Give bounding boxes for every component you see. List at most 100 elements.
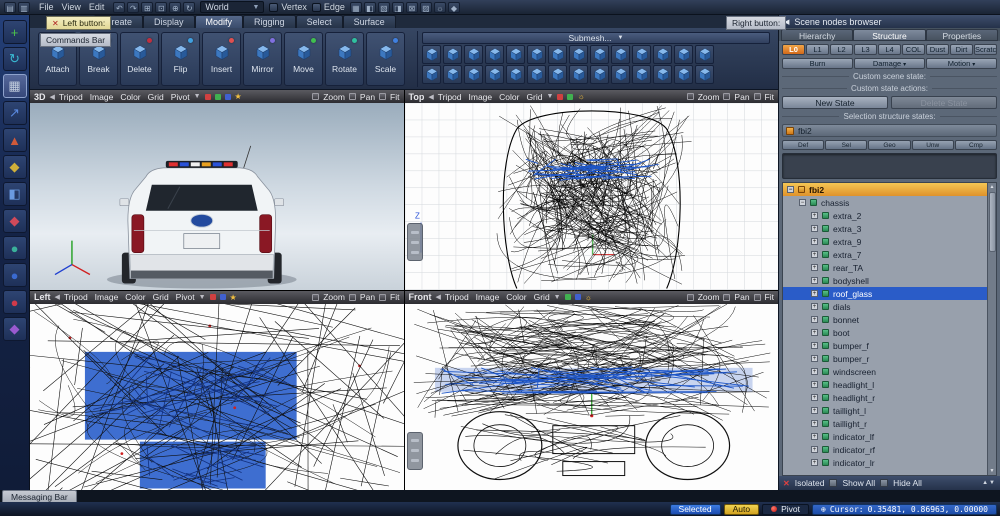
structure-state-button[interactable]: Unw [912,140,954,150]
expand-icon[interactable]: + [811,446,818,453]
tree-item-row[interactable]: + windscreen [783,365,987,378]
fit-icon[interactable] [379,93,386,100]
submesh-icon[interactable] [653,65,672,84]
world-space-dropdown[interactable]: World ▼ [200,1,264,13]
expand-icon[interactable]: + [811,394,818,401]
structure-state-button[interactable]: Geo [868,140,910,150]
lod-button[interactable]: L4 [878,44,901,55]
submesh-icon[interactable] [590,45,609,64]
fit-control[interactable]: Fit [390,92,399,102]
zoom-icon[interactable] [687,93,694,100]
star-icon[interactable]: ★ [235,92,242,101]
state-button[interactable]: Burn [782,58,853,69]
edge-mode-toggle[interactable]: Edge [312,2,345,12]
viewport-3d-canvas[interactable] [30,103,404,290]
viewport-name[interactable]: Front [409,292,432,302]
scene-browser-tab[interactable]: Hierarchy [781,29,853,41]
viewport-menu-item[interactable]: Grid [534,292,550,302]
tree-item-row[interactable]: + indicator_lf [783,430,987,443]
fit-control[interactable]: Fit [765,292,774,302]
move-tool-icon[interactable]: + [3,20,27,44]
toolbar-button[interactable]: Move [284,32,323,86]
submesh-icon[interactable] [611,65,630,84]
expand-icon[interactable]: + [811,329,818,336]
viewport-menu-item[interactable]: Pivot [176,292,195,302]
viewport-menu-item[interactable]: Grid [526,92,542,102]
light-icon[interactable]: ☼ [585,293,592,302]
viewport-left[interactable]: Left ◀ TripodImageColorGridPivot ▼ ★ Zoo… [30,291,404,491]
pan-control[interactable]: Pan [734,92,749,102]
pan-control[interactable]: Pan [734,292,749,302]
materials-icon[interactable]: ◆ [448,2,460,13]
viewport-name[interactable]: 3D [34,92,46,102]
pan-control[interactable]: Pan [360,92,375,102]
menubar-menu[interactable]: View [58,2,85,12]
submesh-icon[interactable] [485,65,504,84]
lasso-mode-icon[interactable]: ◧ [364,2,376,13]
expand-icon[interactable]: + [811,277,818,284]
submesh-icon[interactable] [527,65,546,84]
messaging-bar-tab[interactable]: Messaging Bar [2,490,77,502]
submesh-icon[interactable] [632,65,651,84]
axis-y-icon[interactable] [565,294,571,300]
hide-all-button[interactable]: Hide All [893,478,922,488]
scroll-down-icon[interactable]: ▼ [990,468,995,474]
submesh-icon[interactable] [632,45,651,64]
expand-icon[interactable]: + [811,381,818,388]
menubar-menu[interactable]: Edit [85,2,109,12]
expand-icon[interactable]: + [811,238,818,245]
submesh-icon[interactable] [422,65,441,84]
viewport-menu-item[interactable]: Image [476,292,500,302]
sphere-green-tool-icon[interactable]: ● [3,236,27,260]
expand-icon[interactable]: + [811,433,818,440]
submesh-icon[interactable] [653,45,672,64]
scene-browser-tab[interactable]: Structure [853,29,925,41]
viewport-menu-item[interactable]: Color [506,292,526,302]
expand-icon[interactable]: + [811,316,818,323]
pan-icon[interactable] [723,93,730,100]
toolbar-button[interactable]: Flip [161,32,200,86]
viewport-gizmo[interactable] [407,223,423,261]
lod-button[interactable]: Dirt [950,44,973,55]
fit-control[interactable]: Fit [765,92,774,102]
structure-state-button[interactable]: Sel [825,140,867,150]
submesh-icon[interactable] [464,45,483,64]
scene-browser-titlebar[interactable]: ◀ Scene nodes browser [779,15,1000,28]
show-all-button[interactable]: Show All [842,478,875,488]
axes-mode-icon[interactable]: ⊕ [169,2,181,13]
viewport-left-canvas[interactable] [30,304,404,491]
tree-item-row[interactable]: + headlight_l [783,378,987,391]
lod-button[interactable]: L1 [806,44,829,55]
submesh-icon[interactable] [443,65,462,84]
toolbar-button[interactable]: Scale [366,32,405,86]
collapse-icon[interactable]: − [799,199,806,206]
viewport-menu-item[interactable]: Pivot [171,92,190,102]
submesh-icon[interactable] [569,65,588,84]
zoom-control[interactable]: Zoom [698,92,720,102]
expand-icon[interactable]: + [811,420,818,427]
pan-icon[interactable] [723,294,730,301]
ribbon-tab[interactable]: Select [296,15,343,28]
expand-icon[interactable]: + [811,459,818,466]
viewport-menu-item[interactable]: Image [90,92,114,102]
snap-grid-icon[interactable]: ⊞ [141,2,153,13]
tree-item-row[interactable]: + bodyshell [783,274,987,287]
lod-button[interactable]: L0 [782,44,805,55]
scene-browser-tab[interactable]: Properties [926,29,998,41]
fit-icon[interactable] [754,93,761,100]
submesh-icon[interactable] [674,45,693,64]
tree-item-row[interactable]: + taillight_l [783,404,987,417]
toolbar-button[interactable]: Mirror [243,32,282,86]
tree-item-row[interactable]: + indicator_lr [783,456,987,469]
axis-y-icon[interactable] [567,94,573,100]
tree-item-row[interactable]: + bumper_r [783,352,987,365]
uv-mapper-tool-icon[interactable]: ◧ [3,182,27,206]
axis-y-icon[interactable] [215,94,221,100]
submesh-icon[interactable] [506,45,525,64]
ribbon-tab[interactable]: Rigging [243,15,296,28]
submesh-icon[interactable] [569,45,588,64]
tree-scrollbar[interactable]: ▲ ▼ [987,183,996,475]
viewport-gizmo[interactable] [407,432,423,470]
axis-z-icon[interactable] [575,294,581,300]
submesh-icon[interactable] [548,45,567,64]
